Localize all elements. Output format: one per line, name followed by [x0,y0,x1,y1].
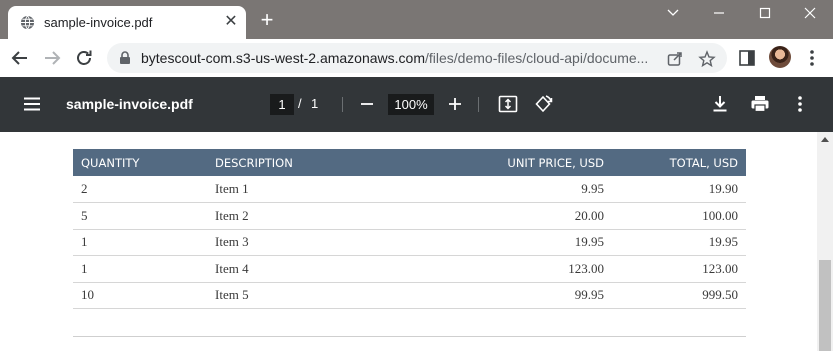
download-icon[interactable] [709,93,731,115]
globe-icon [20,15,35,30]
cell-unit-price: 19.95 [389,229,612,256]
more-icon[interactable] [789,93,811,115]
menu-icon[interactable] [22,94,42,114]
chevron-down-icon[interactable] [650,0,696,26]
window-close-icon[interactable] [787,0,833,26]
cell-quantity: 5 [73,202,207,230]
cell-quantity: 2 [73,176,207,203]
header-total: TOTAL, USD [612,149,746,176]
scroll-thumb[interactable] [819,260,831,351]
zoom-input[interactable]: 100% [388,94,434,115]
cell-total: 999.50 [612,282,746,309]
table-row: 1 Item 4 123.00 123.00 [73,255,746,283]
avatar[interactable] [769,46,791,68]
cell-description: Item 1 [207,176,389,203]
lock-icon[interactable] [119,51,131,65]
cell-description: Item 4 [207,255,389,283]
divider [342,97,343,112]
page-number-input[interactable]: 1 [270,94,294,115]
table-header-row: QUANTITY DESCRIPTION UNIT PRICE, USD TOT… [73,149,746,176]
maximize-icon[interactable] [742,0,788,26]
page-total: 1 [311,96,319,111]
divider [478,97,479,112]
close-icon[interactable]: ✕ [222,13,240,31]
cell-total: 123.00 [612,255,746,283]
url-path: /files/demo-files/cloud-api/docume... [425,50,649,66]
plus-icon[interactable] [446,95,464,113]
cell-total: 19.95 [612,229,746,256]
url-text: bytescout-com.s3-us-west-2.amazonaws.com… [141,50,648,66]
browser-tab[interactable]: sample-invoice.pdf ✕ [8,6,246,39]
side-panel-icon[interactable] [737,48,757,68]
fit-page-icon[interactable] [497,93,519,115]
pdf-page: QUANTITY DESCRIPTION UNIT PRICE, USD TOT… [0,132,817,351]
invoice-table: QUANTITY DESCRIPTION UNIT PRICE, USD TOT… [73,149,746,309]
pdf-title: sample-invoice.pdf [66,96,193,112]
address-bar[interactable]: bytescout-com.s3-us-west-2.amazonaws.com… [107,43,727,73]
browser-toolbar: bytescout-com.s3-us-west-2.amazonaws.com… [0,39,833,77]
header-quantity: QUANTITY [73,149,207,176]
cell-quantity: 1 [73,229,207,256]
cell-unit-price: 99.95 [389,282,612,309]
tab-title: sample-invoice.pdf [44,15,153,30]
reload-icon[interactable] [73,47,95,69]
scrollbar[interactable] [817,132,833,351]
cell-description: Item 3 [207,229,389,256]
cell-description: Item 2 [207,202,389,230]
pdf-toolbar: sample-invoice.pdf 1 / 1 100% [0,77,833,132]
table-row: 2 Item 1 9.95 19.90 [73,176,746,203]
print-icon[interactable] [749,93,771,115]
scroll-up-icon[interactable] [821,137,829,142]
table-row: 5 Item 2 20.00 100.00 [73,202,746,230]
cell-description: Item 5 [207,282,389,309]
table-row: 1 Item 3 19.95 19.95 [73,229,746,256]
page-separator: / [298,96,302,111]
forward-arrow-icon[interactable] [41,47,63,69]
kebab-icon[interactable] [806,47,818,69]
cell-total: 19.90 [612,176,746,203]
table-row: 10 Item 5 99.95 999.50 [73,282,746,309]
minus-icon[interactable] [358,95,376,113]
cell-total: 100.00 [612,202,746,230]
header-unit-price: UNIT PRICE, USD [389,149,612,176]
rotate-icon[interactable] [532,93,554,115]
minimize-icon[interactable] [696,0,742,26]
cell-unit-price: 20.00 [389,202,612,230]
browser-tab-strip: sample-invoice.pdf ✕ + [0,0,833,39]
header-description: DESCRIPTION [207,149,389,176]
cell-unit-price: 9.95 [389,176,612,203]
cell-unit-price: 123.00 [389,255,612,283]
star-icon[interactable] [698,50,716,68]
plus-icon[interactable]: + [256,9,278,31]
share-icon[interactable] [666,50,684,68]
divider [73,336,746,337]
url-host: bytescout-com.s3-us-west-2.amazonaws.com [141,50,425,66]
back-arrow-icon[interactable] [9,47,31,69]
cell-quantity: 1 [73,255,207,283]
cell-quantity: 10 [73,282,207,309]
